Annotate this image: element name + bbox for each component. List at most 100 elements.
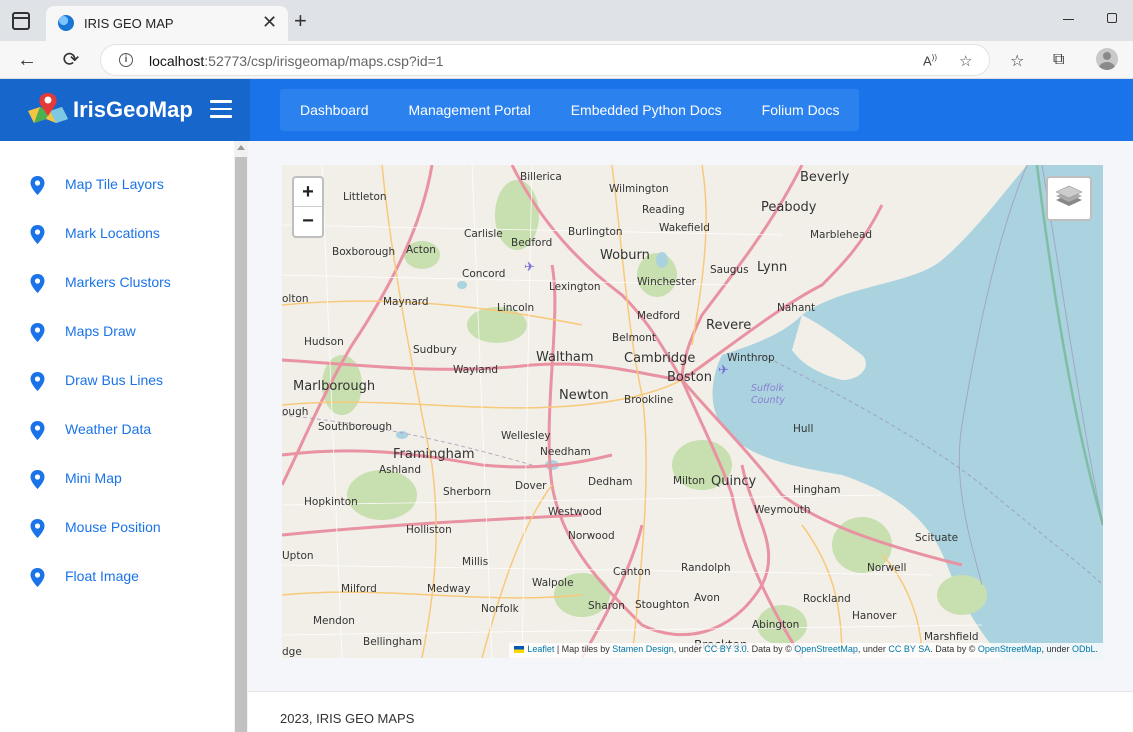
profile-avatar[interactable] (1096, 48, 1118, 70)
airport-icon: ✈ (524, 259, 535, 274)
url-field[interactable]: i localhost:52773/csp/irisgeomap/maps.cs… (100, 44, 990, 76)
map-label: Winchester (637, 276, 697, 288)
sidebar-item-weather-data[interactable]: Weather Data (0, 409, 234, 449)
zoom-out-button[interactable]: − (294, 207, 322, 236)
map-label: Wellesley (501, 430, 551, 442)
map-label: Hull (793, 423, 813, 435)
map-label: Ashland (379, 464, 421, 476)
map-label: Dover (515, 480, 547, 492)
maximize-icon[interactable] (1107, 13, 1117, 23)
nav-management-portal[interactable]: Management Portal (389, 89, 551, 131)
map-label: Weymouth (754, 504, 811, 516)
map-label: Medford (637, 310, 680, 322)
map-label: Dedham (588, 476, 633, 488)
nav-dashboard[interactable]: Dashboard (280, 89, 389, 131)
map-label: Avon (694, 592, 720, 604)
info-icon[interactable]: i (119, 53, 133, 67)
sidebar-item-label: Mouse Position (65, 519, 161, 535)
sidebar: Map Tile Layors Mark Locations Markers C… (0, 141, 234, 732)
osm-link[interactable]: OpenStreetMap (794, 644, 858, 654)
app-header: IrisGeoMap Dashboard Management Portal E… (0, 79, 1133, 141)
map-label: Medway (427, 583, 470, 595)
layers-control-button[interactable] (1046, 176, 1092, 221)
map-label: Lexington (549, 281, 601, 293)
map-label: Norwell (867, 562, 906, 574)
map-label: Stoughton (635, 599, 689, 611)
sidebar-item-map-tile-layers[interactable]: Map Tile Layors (0, 164, 234, 204)
read-aloud-icon[interactable]: A)) (923, 53, 937, 68)
scroll-up-icon[interactable] (237, 145, 245, 150)
sidebar-item-label: Draw Bus Lines (65, 372, 164, 388)
scroll-thumb[interactable] (235, 157, 247, 732)
ocean-limits (958, 165, 1103, 586)
new-tab-button[interactable]: + (294, 9, 307, 33)
location-pin-icon (30, 519, 45, 538)
footer: 2023, IRIS GEO MAPS (248, 691, 1133, 732)
sidebar-item-label: Weather Data (65, 421, 152, 437)
collections-icon[interactable]: ⧉ (1053, 51, 1064, 69)
map-label: Littleton (343, 191, 387, 203)
browser-tab[interactable]: IRIS GEO MAP ✕ (46, 6, 288, 41)
map-label: Rockland (803, 593, 851, 605)
leaflet-link[interactable]: Leaflet (527, 644, 554, 654)
favorites-icon[interactable]: ☆ (1010, 51, 1024, 71)
nav-embedded-python-docs[interactable]: Embedded Python Docs (551, 89, 742, 131)
minimize-icon[interactable] (1063, 19, 1074, 20)
map-label: Concord (462, 268, 505, 280)
map-container[interactable]: ✈ ✈ Billerica Wilmington Beverly Littlet… (282, 165, 1103, 658)
map-tiles[interactable]: ✈ ✈ Billerica Wilmington Beverly Littlet… (282, 165, 1103, 658)
map-label: Norfolk (481, 603, 520, 615)
map-label: ough (282, 406, 308, 418)
land-area (282, 165, 1027, 658)
location-pin-icon (30, 225, 45, 244)
map-label: Brookline (624, 394, 673, 406)
zoom-in-button[interactable]: + (294, 178, 322, 207)
sidebar-item-markers-clusters[interactable]: Markers Clustors (0, 262, 234, 302)
map-label: Billerica (520, 171, 562, 183)
map-label: Carlisle (464, 228, 503, 240)
cc-by-link[interactable]: CC BY 3.0 (704, 644, 746, 654)
location-pin-icon (30, 421, 45, 440)
sidebar-item-float-image[interactable]: Float Image (0, 556, 234, 596)
map-label: Winthrop (727, 352, 775, 364)
map-label: Maynard (383, 296, 429, 308)
map-label: Wilmington (609, 183, 669, 195)
sidebar-item-label: Mini Map (65, 470, 122, 486)
osm-link-2[interactable]: OpenStreetMap (978, 644, 1042, 654)
location-pin-icon (30, 323, 45, 342)
map-label: Bedford (511, 237, 552, 249)
menu-icon[interactable] (210, 100, 232, 118)
stamen-link[interactable]: Stamen Design (612, 644, 674, 654)
sidebar-item-mouse-position[interactable]: Mouse Position (0, 507, 234, 547)
close-icon[interactable]: ✕ (262, 12, 277, 32)
sidebar-item-mark-locations[interactable]: Mark Locations (0, 213, 234, 253)
map-label: Woburn (600, 248, 650, 263)
map-label: Suffolk (751, 383, 784, 394)
sidebar-item-draw-bus-lines[interactable]: Draw Bus Lines (0, 360, 234, 400)
nav-folium-docs[interactable]: Folium Docs (742, 89, 860, 131)
map-label: Milford (341, 583, 377, 595)
map-attribution: Leaflet | Map tiles by Stamen Design, un… (509, 643, 1103, 658)
map-label: Holliston (406, 524, 452, 536)
reload-button[interactable]: ⟳ (58, 47, 84, 73)
sidebar-item-maps-draw[interactable]: Maps Draw (0, 311, 234, 351)
map-label: Newton (559, 388, 609, 403)
map-label: Wakefield (659, 222, 710, 234)
tab-actions-icon[interactable] (12, 12, 30, 30)
odbl-link[interactable]: ODbL (1072, 644, 1096, 654)
attribution-text: . Data by © (930, 644, 978, 654)
address-bar: ← ⟳ i localhost:52773/csp/irisgeomap/map… (0, 41, 1133, 79)
sidebar-item-label: Map Tile Layors (65, 176, 164, 192)
ukraine-flag-icon (514, 646, 525, 653)
favorite-add-icon[interactable]: ☆ (959, 52, 972, 70)
cc-by-sa-link[interactable]: CC BY SA (888, 644, 930, 654)
sidebar-scrollbar[interactable] (234, 141, 248, 732)
map-label: Hudson (304, 336, 344, 348)
back-button[interactable]: ← (14, 47, 40, 73)
map-label: Scituate (915, 532, 958, 544)
brand[interactable]: IrisGeoMap (0, 79, 250, 141)
map-logo-icon (28, 93, 68, 123)
sidebar-item-mini-map[interactable]: Mini Map (0, 458, 234, 498)
map-label: Hingham (793, 484, 840, 496)
map-label: Norwood (568, 530, 615, 542)
